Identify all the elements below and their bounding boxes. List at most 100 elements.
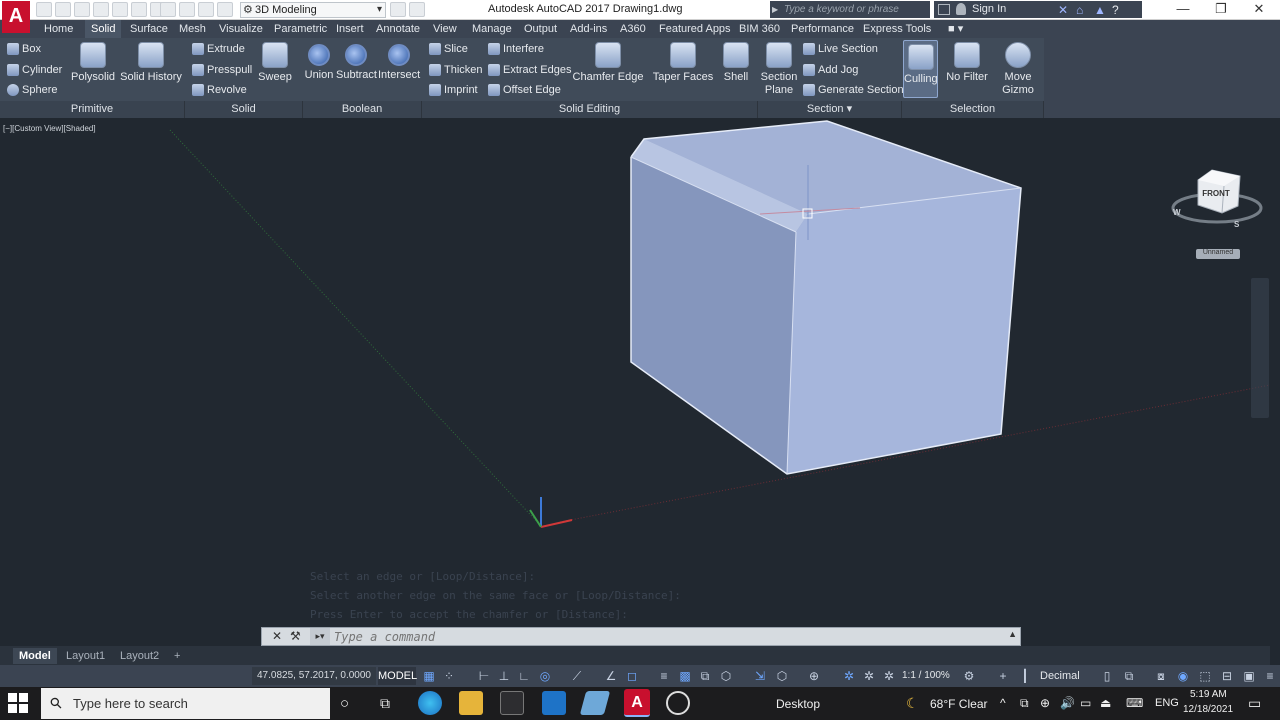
drawing-viewport[interactable]: FRONT W S Unnamed — [0, 118, 1270, 628]
snap-icon[interactable]: ⁘ — [442, 669, 456, 683]
exchange-icon[interactable]: ✕ — [1058, 4, 1070, 16]
graphics-performance-icon[interactable]: ⊟ — [1220, 669, 1234, 683]
imprint-button[interactable]: Imprint — [427, 81, 478, 99]
dynamic-input-icon[interactable]: ⊥ — [497, 669, 511, 683]
ortho-icon[interactable]: ∟ — [517, 669, 531, 683]
hardware-acceleration-icon[interactable]: ◉ — [1176, 669, 1190, 683]
tab-home[interactable]: Home — [38, 20, 79, 38]
viewcube-front-label[interactable]: FRONT — [1199, 189, 1233, 198]
tab-layout1[interactable]: Layout1 — [60, 648, 111, 664]
presspull-button[interactable]: Presspull — [190, 61, 252, 79]
print-icon[interactable] — [217, 2, 233, 17]
search-input[interactable]: Type a keyword or phrase — [770, 1, 930, 18]
task-view-icon[interactable]: ⧉ — [380, 695, 390, 712]
obs-icon[interactable] — [666, 691, 690, 715]
layer-icon[interactable] — [179, 2, 195, 17]
viewport-controls-label[interactable]: [−][Custom View][Shaded] — [3, 124, 96, 133]
lock-ui-icon[interactable]: ⧉ — [1122, 669, 1136, 683]
help-icon[interactable]: ? — [1112, 4, 1124, 16]
tab-bim-360[interactable]: BIM 360 — [733, 20, 786, 38]
command-input[interactable] — [334, 630, 934, 644]
auto-scale-icon[interactable]: ✲ — [862, 669, 876, 683]
tab-view[interactable]: View — [427, 20, 463, 38]
extract-edges-button[interactable]: Extract Edges — [486, 61, 571, 79]
panel-boolean[interactable]: Boolean — [303, 101, 422, 118]
offset-edge-button[interactable]: Offset Edge — [486, 81, 561, 99]
taskbar-search-box[interactable]: Type here to search — [41, 688, 330, 719]
panel-solid[interactable]: Solid — [185, 101, 303, 118]
isolate-objects-icon[interactable]: ⧇ — [1154, 669, 1168, 683]
add-jog-button[interactable]: Add Jog — [801, 61, 858, 79]
revolve-button[interactable]: Revolve — [190, 81, 247, 99]
panel-solid-editing[interactable]: Solid Editing — [422, 101, 758, 118]
panel-selection[interactable]: Selection — [902, 101, 1044, 118]
dynamic-ucs-icon[interactable]: ⇲ — [753, 669, 767, 683]
tab-manage[interactable]: Manage — [466, 20, 518, 38]
share-icon[interactable] — [390, 2, 406, 17]
maximize-button[interactable]: ❐ — [1202, 0, 1240, 20]
ribbon-options-icon[interactable]: ■ ▾ — [942, 20, 969, 38]
model-space-button[interactable]: MODEL — [378, 667, 417, 685]
windows-start-button[interactable] — [8, 693, 28, 713]
live-section-button[interactable]: Live Section — [801, 40, 878, 58]
file-explorer-icon[interactable] — [459, 691, 483, 715]
sweep-button[interactable]: Sweep — [254, 42, 296, 84]
annotation-scale-icon[interactable]: ✲ — [882, 669, 896, 683]
union-button[interactable]: Union — [304, 44, 334, 82]
network-icon[interactable]: ⊕ — [1040, 696, 1050, 710]
notifications-icon[interactable]: ▭ — [1248, 695, 1261, 712]
coordinates-display[interactable]: 47.0825, 57.2017, 0.0000 — [252, 667, 376, 685]
full-screen-icon[interactable]: ▣ — [1242, 669, 1256, 683]
customize-icon[interactable]: ⚒ — [290, 629, 301, 643]
language-indicator[interactable]: ENG — [1155, 697, 1179, 709]
tab-add-ins[interactable]: Add-ins — [564, 20, 613, 38]
interfere-button[interactable]: Interfere — [486, 40, 544, 58]
chamfer-edge-button[interactable]: Chamfer Edge — [572, 42, 644, 84]
tab-solid[interactable]: Solid — [85, 20, 122, 38]
stay-connected-icon[interactable]: ▲ — [1094, 4, 1106, 16]
box-button[interactable]: Box — [5, 40, 41, 58]
section-plane-button[interactable]: Section Plane — [760, 42, 798, 97]
panel-primitive[interactable]: Primitive — [0, 101, 185, 118]
microsoft-store-icon[interactable] — [500, 691, 524, 715]
shell-button[interactable]: Shell — [720, 42, 752, 84]
tab-layout2[interactable]: Layout2 — [114, 648, 165, 664]
autocad-taskbar-icon[interactable]: A — [624, 689, 650, 717]
tray-app-icon[interactable]: ⧉ — [1020, 696, 1029, 711]
panel-section[interactable]: Section ▾ — [758, 101, 902, 118]
edge-browser-icon[interactable] — [418, 691, 442, 715]
window-icon[interactable] — [160, 2, 176, 17]
save-icon[interactable] — [74, 2, 90, 17]
clock-time[interactable]: 5:19 AM — [1190, 689, 1227, 700]
tab-surface[interactable]: Surface — [124, 20, 174, 38]
thicken-button[interactable]: Thicken — [427, 61, 483, 79]
mail-icon[interactable] — [542, 691, 566, 715]
properties-icon[interactable] — [198, 2, 214, 17]
polar-tracking-icon[interactable]: ◎ — [538, 669, 552, 683]
infer-constraints-icon[interactable]: ⊢ — [477, 669, 491, 683]
application-menu-button[interactable]: A — [2, 1, 30, 33]
tab-featured-apps[interactable]: Featured Apps — [653, 20, 737, 38]
annotation-visibility-icon[interactable]: ✲ — [842, 669, 856, 683]
keyboard-icon[interactable]: ⌨ — [1126, 696, 1143, 710]
tab-visualize[interactable]: Visualize — [213, 20, 269, 38]
clock-date[interactable]: 12/18/2021 — [1183, 704, 1233, 715]
close-command-line-icon[interactable]: ✕ — [272, 629, 282, 643]
command-history-toggle-icon[interactable]: ▲ — [1008, 629, 1017, 639]
weather-widget[interactable]: 68°F Clear — [930, 697, 988, 711]
navigation-bar[interactable] — [1251, 278, 1269, 418]
workspace-switching-icon[interactable]: ⚙ — [962, 669, 976, 683]
workspace-dropdown[interactable]: 3D Modeling — [240, 2, 386, 18]
desktop-toolbar-label[interactable]: Desktop — [776, 697, 820, 711]
subtract-button[interactable]: Subtract — [336, 44, 377, 82]
generate-section-button[interactable]: Generate Section — [801, 81, 904, 99]
tab-performance[interactable]: Performance — [785, 20, 860, 38]
taper-faces-button[interactable]: Taper Faces — [652, 42, 714, 84]
battery-icon[interactable]: ▭ — [1080, 696, 1091, 710]
extrude-button[interactable]: Extrude — [190, 40, 245, 58]
isodraft-icon[interactable]: ⟋ — [570, 669, 584, 683]
no-filter-button[interactable]: No Filter — [944, 42, 990, 84]
compass-west-label[interactable]: W — [1173, 208, 1181, 217]
tab-express-tools[interactable]: Express Tools — [857, 20, 937, 38]
selection-cycling-icon[interactable]: ⧉ — [698, 669, 712, 683]
